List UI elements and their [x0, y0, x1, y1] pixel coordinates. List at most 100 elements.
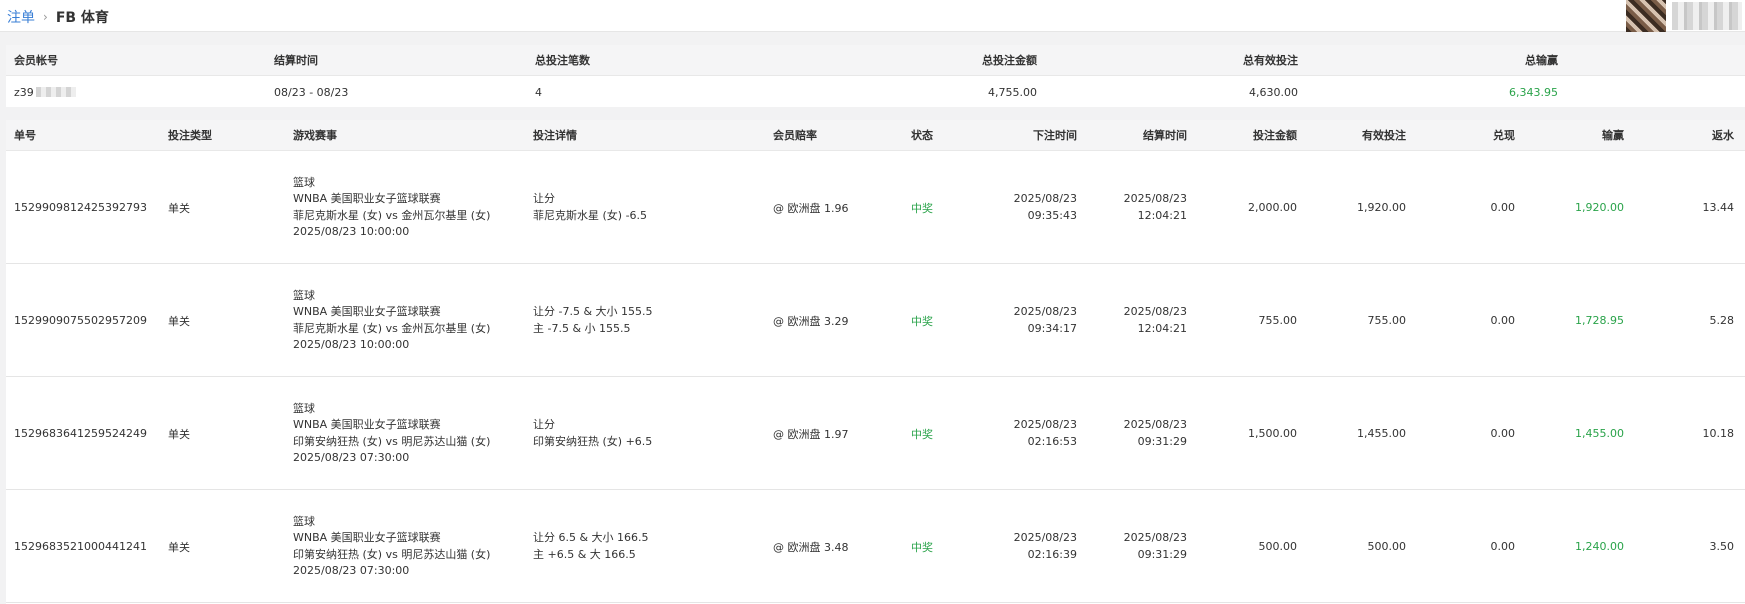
breadcrumb-link-bets[interactable]: 注单 [7, 7, 35, 27]
winloss-amount: 1,240.00 [1575, 540, 1624, 553]
bet-market: 让分 -7.5 & 大小 155.5 [533, 305, 653, 318]
header-type: 投注类型 [168, 129, 212, 142]
summary-header-total-amount: 总投注金额 [982, 54, 1037, 67]
bet-id: 1529909812425392793 [14, 201, 147, 214]
event-league: WNBA 美国职业女子篮球联赛 [293, 192, 441, 205]
event-league: WNBA 美国职业女子篮球联赛 [293, 531, 441, 544]
settle-date: 2025/08/23 [1123, 192, 1187, 205]
header-status: 状态 [911, 129, 933, 142]
bet-clock: 02:16:39 [1027, 547, 1077, 561]
summary-header-total-bets: 总投注笔数 [535, 54, 590, 67]
bet-time: 2025/08/23 02:16:53 [976, 378, 1077, 489]
user-name-redacted[interactable] [1672, 2, 1742, 30]
summary-header-settle-time: 结算时间 [274, 54, 318, 67]
event-sport: 篮球 [293, 288, 315, 302]
settle-time: 2025/08/23 09:31:29 [1086, 378, 1187, 489]
bet-date: 2025/08/23 [1013, 418, 1077, 431]
event-start-time: 2025/08/23 07:30:00 [293, 451, 410, 464]
summary-header-account: 会员帐号 [14, 54, 58, 67]
status-badge: 中奖 [911, 540, 933, 554]
bet-amount: 500.00 [1258, 540, 1298, 553]
summary-settle-time: 08/23 - 08/23 [274, 85, 349, 99]
event-league: WNBA 美国职业女子篮球联赛 [293, 418, 441, 431]
bet-selection: 印第安纳狂热 (女) +6.5 [533, 434, 653, 448]
cashout-amount: 0.00 [1490, 201, 1516, 214]
bet-details: 让分 6.5 & 大小 166.5 主 +6.5 & 大 166.5 [533, 491, 763, 602]
event-info: 篮球 WNBA 美国职业女子篮球联赛 菲尼克斯水星 (女) vs 金州瓦尔基里 … [293, 152, 528, 263]
settle-time: 2025/08/23 12:04:21 [1086, 265, 1187, 376]
summary-header-total-valid: 总有效投注 [1243, 54, 1298, 67]
bet-details: 让分 -7.5 & 大小 155.5 主 -7.5 & 小 155.5 [533, 265, 763, 376]
bet-time: 2025/08/23 02:16:39 [976, 491, 1077, 602]
event-league: WNBA 美国职业女子篮球联赛 [293, 305, 441, 318]
settle-time: 2025/08/23 09:31:29 [1086, 491, 1187, 602]
table-row: 1529909075502957209 单关 篮球 WNBA 美国职业女子篮球联… [6, 265, 1745, 377]
bet-odds: @ 欧洲盘 3.29 [773, 314, 849, 328]
rebate-amount: 10.18 [1702, 427, 1735, 440]
header-settle-time: 结算时间 [1143, 129, 1187, 142]
header-valid: 有效投注 [1362, 129, 1406, 142]
status-badge: 中奖 [911, 201, 933, 215]
rebate-amount: 5.28 [1709, 314, 1735, 327]
status-badge: 中奖 [911, 427, 933, 441]
settle-time: 2025/08/23 12:04:21 [1086, 152, 1187, 263]
bet-type: 单关 [168, 314, 190, 328]
bet-odds: @ 欧洲盘 3.48 [773, 540, 849, 554]
bet-market: 让分 [533, 418, 555, 431]
event-info: 篮球 WNBA 美国职业女子篮球联赛 印第安纳狂热 (女) vs 明尼苏达山猫 … [293, 378, 528, 489]
table-row: 1529683521000441241 单关 篮球 WNBA 美国职业女子篮球联… [6, 491, 1745, 603]
event-matchup: 印第安纳狂热 (女) vs 明尼苏达山猫 (女) [293, 547, 491, 561]
settle-date: 2025/08/23 [1123, 305, 1187, 318]
bet-odds: @ 欧洲盘 1.97 [773, 427, 849, 441]
valid-amount: 1,455.00 [1357, 427, 1406, 440]
settle-date: 2025/08/23 [1123, 531, 1187, 544]
settle-clock: 12:04:21 [1137, 208, 1187, 222]
bet-detail-table: 单号 投注类型 游戏赛事 投注详情 会员赔率 状态 下注时间 结算时间 投注金额… [6, 120, 1745, 604]
header-odds: 会员赔率 [773, 129, 817, 142]
cashout-amount: 0.00 [1490, 540, 1516, 553]
summary-total-winloss: 6,343.95 [1509, 85, 1558, 99]
bet-odds: @ 欧洲盘 1.96 [773, 201, 849, 215]
bet-market: 让分 6.5 & 大小 166.5 [533, 531, 649, 544]
winloss-amount: 1,920.00 [1575, 201, 1624, 214]
bet-date: 2025/08/23 [1013, 531, 1077, 544]
settle-clock: 12:04:21 [1137, 321, 1187, 335]
summary-data-row: z39 08/23 - 08/23 4 4,755.00 4,630.00 6,… [6, 77, 1745, 107]
summary-account-value: z39 [14, 85, 34, 99]
breadcrumb-current: FB 体育 [55, 10, 109, 26]
bet-id: 1529683521000441241 [14, 540, 147, 553]
valid-amount: 755.00 [1367, 314, 1407, 327]
bet-type: 单关 [168, 427, 190, 441]
summary-total-valid: 4,630.00 [1249, 85, 1298, 99]
event-info: 篮球 WNBA 美国职业女子篮球联赛 菲尼克斯水星 (女) vs 金州瓦尔基里 … [293, 265, 528, 376]
header-rebate: 返水 [1712, 129, 1734, 142]
event-sport: 篮球 [293, 401, 315, 415]
bet-amount: 1,500.00 [1248, 427, 1297, 440]
event-sport: 篮球 [293, 514, 315, 528]
bet-details: 让分 菲尼克斯水星 (女) -6.5 [533, 152, 763, 263]
bet-id: 1529683641259524249 [14, 427, 147, 440]
cashout-amount: 0.00 [1490, 427, 1516, 440]
chevron-right-icon: › [43, 10, 48, 24]
header-id: 单号 [14, 129, 36, 142]
header-cashout: 兑现 [1493, 129, 1515, 142]
bet-id: 1529909075502957209 [14, 314, 147, 327]
summary-account: z39 [14, 77, 254, 107]
avatar[interactable] [1626, 0, 1666, 32]
valid-amount: 500.00 [1367, 540, 1407, 553]
account-redacted [35, 87, 76, 97]
summary-table: 会员帐号 结算时间 总投注笔数 总投注金额 总有效投注 总输赢 z39 08/2… [6, 45, 1745, 107]
settle-clock: 09:31:29 [1137, 547, 1187, 561]
bet-clock: 02:16:53 [1027, 434, 1077, 448]
event-start-time: 2025/08/23 10:00:00 [293, 338, 410, 351]
settle-date: 2025/08/23 [1123, 418, 1187, 431]
event-info: 篮球 WNBA 美国职业女子篮球联赛 印第安纳狂热 (女) vs 明尼苏达山猫 … [293, 491, 528, 602]
status-badge: 中奖 [911, 314, 933, 328]
bet-date: 2025/08/23 [1013, 192, 1077, 205]
summary-header-total-winloss: 总输赢 [1525, 54, 1558, 67]
rebate-amount: 3.50 [1709, 540, 1735, 553]
header-bet-time: 下注时间 [1033, 129, 1077, 142]
settle-clock: 09:31:29 [1137, 434, 1187, 448]
table-row: 1529909812425392793 单关 篮球 WNBA 美国职业女子篮球联… [6, 152, 1745, 264]
bet-date: 2025/08/23 [1013, 305, 1077, 318]
